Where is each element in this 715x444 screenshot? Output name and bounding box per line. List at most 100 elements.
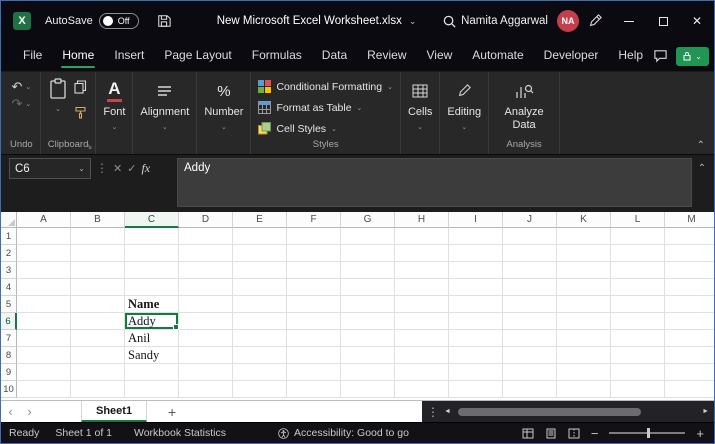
cell-C5[interactable]: Name [125, 296, 179, 313]
column-header-G[interactable]: G [341, 212, 395, 228]
number-dropdown-button[interactable]: % Number ⌄ [204, 75, 243, 153]
format-as-table-button[interactable]: Format as Table ⌄ [258, 97, 362, 118]
cell-M9[interactable] [665, 364, 714, 381]
cell-F2[interactable] [287, 245, 341, 262]
cell-A6[interactable] [17, 313, 71, 330]
enter-icon[interactable]: ✓ [127, 158, 136, 175]
save-icon[interactable] [157, 14, 171, 28]
cell-M7[interactable] [665, 330, 714, 347]
cell-H9[interactable] [395, 364, 449, 381]
cell-G9[interactable] [341, 364, 395, 381]
cell-D9[interactable] [179, 364, 233, 381]
cell-K2[interactable] [557, 245, 611, 262]
cell-E5[interactable] [233, 296, 287, 313]
cell-D5[interactable] [179, 296, 233, 313]
cell-A4[interactable] [17, 279, 71, 296]
cell-A10[interactable] [17, 381, 71, 398]
column-header-M[interactable]: M [665, 212, 714, 228]
cell-F9[interactable] [287, 364, 341, 381]
row-header-2[interactable]: 2 [1, 245, 17, 262]
cell-K6[interactable] [557, 313, 611, 330]
cell-I1[interactable] [449, 228, 503, 245]
cancel-icon[interactable]: ✕ [113, 158, 122, 175]
cell-C10[interactable] [125, 381, 179, 398]
column-header-B[interactable]: B [71, 212, 125, 228]
cell-B8[interactable] [71, 347, 125, 364]
cell-M8[interactable] [665, 347, 714, 364]
row-header-3[interactable]: 3 [1, 262, 17, 279]
cell-G7[interactable] [341, 330, 395, 347]
menu-item-formulas[interactable]: Formulas [242, 41, 312, 71]
cell-B2[interactable] [71, 245, 125, 262]
cell-C9[interactable] [125, 364, 179, 381]
cell-M1[interactable] [665, 228, 714, 245]
row-header-7[interactable]: 7 [1, 330, 17, 347]
cell-G5[interactable] [341, 296, 395, 313]
column-header-D[interactable]: D [179, 212, 233, 228]
cell-H6[interactable] [395, 313, 449, 330]
cell-H1[interactable] [395, 228, 449, 245]
row-header-4[interactable]: 4 [1, 279, 17, 296]
cell-K5[interactable] [557, 296, 611, 313]
cell-A2[interactable] [17, 245, 71, 262]
scroll-left-icon[interactable]: ◄ [444, 408, 451, 415]
cell-B7[interactable] [71, 330, 125, 347]
cell-styles-button[interactable]: Cell Styles ⌄ [258, 118, 337, 139]
copy-button[interactable] [74, 80, 87, 99]
cell-E6[interactable] [233, 313, 287, 330]
menu-item-data[interactable]: Data [312, 41, 357, 71]
cell-J10[interactable] [503, 381, 557, 398]
horizontal-scrollbar-track[interactable] [456, 407, 697, 417]
cell-E7[interactable] [233, 330, 287, 347]
cell-J8[interactable] [503, 347, 557, 364]
cell-D4[interactable] [179, 279, 233, 296]
cell-L4[interactable] [611, 279, 665, 296]
dialog-launcher-icon[interactable]: ⇘ [86, 142, 93, 151]
menu-item-developer[interactable]: Developer [534, 41, 609, 71]
cell-J1[interactable] [503, 228, 557, 245]
cell-B10[interactable] [71, 381, 125, 398]
document-title[interactable]: New Microsoft Excel Worksheet.xlsx ⌄ [217, 15, 417, 27]
cell-M2[interactable] [665, 245, 714, 262]
cell-G2[interactable] [341, 245, 395, 262]
cell-C8[interactable]: Sandy [125, 347, 179, 364]
cell-E4[interactable] [233, 279, 287, 296]
cell-H3[interactable] [395, 262, 449, 279]
cell-K8[interactable] [557, 347, 611, 364]
cell-I2[interactable] [449, 245, 503, 262]
format-painter-button[interactable] [74, 106, 87, 124]
cell-L1[interactable] [611, 228, 665, 245]
cell-B5[interactable] [71, 296, 125, 313]
cell-E8[interactable] [233, 347, 287, 364]
editing-dropdown-button[interactable]: Editing ⌄ [447, 75, 481, 153]
cell-A9[interactable] [17, 364, 71, 381]
sheet-tab-sheet1[interactable]: Sheet1 [81, 401, 148, 422]
cell-I6[interactable] [449, 313, 503, 330]
menu-item-review[interactable]: Review [357, 41, 416, 71]
menu-item-file[interactable]: File [13, 41, 52, 71]
cell-J9[interactable] [503, 364, 557, 381]
select-all-corner[interactable] [1, 212, 17, 228]
undo-button[interactable]: ↶ ⌄ [11, 80, 31, 93]
zoom-slider[interactable] [609, 428, 686, 438]
cell-J6[interactable] [503, 313, 557, 330]
zoom-out-icon[interactable]: − [591, 427, 599, 440]
cell-F7[interactable] [287, 330, 341, 347]
menu-item-insert[interactable]: Insert [104, 41, 154, 71]
cell-I5[interactable] [449, 296, 503, 313]
cell-I10[interactable] [449, 381, 503, 398]
minimize-button[interactable] [612, 1, 646, 41]
cell-C2[interactable] [125, 245, 179, 262]
cell-L8[interactable] [611, 347, 665, 364]
column-header-H[interactable]: H [395, 212, 449, 228]
sheet-nav-left-icon[interactable]: ‹ [1, 401, 20, 422]
cell-M10[interactable] [665, 381, 714, 398]
menu-item-page-layout[interactable]: Page Layout [154, 41, 241, 71]
cell-D6[interactable] [179, 313, 233, 330]
sheet-nav-right-icon[interactable]: › [20, 401, 39, 422]
cell-M5[interactable] [665, 296, 714, 313]
horizontal-scrollbar-thumb[interactable] [457, 407, 642, 416]
cell-B6[interactable] [71, 313, 125, 330]
cell-E1[interactable] [233, 228, 287, 245]
cell-K3[interactable] [557, 262, 611, 279]
